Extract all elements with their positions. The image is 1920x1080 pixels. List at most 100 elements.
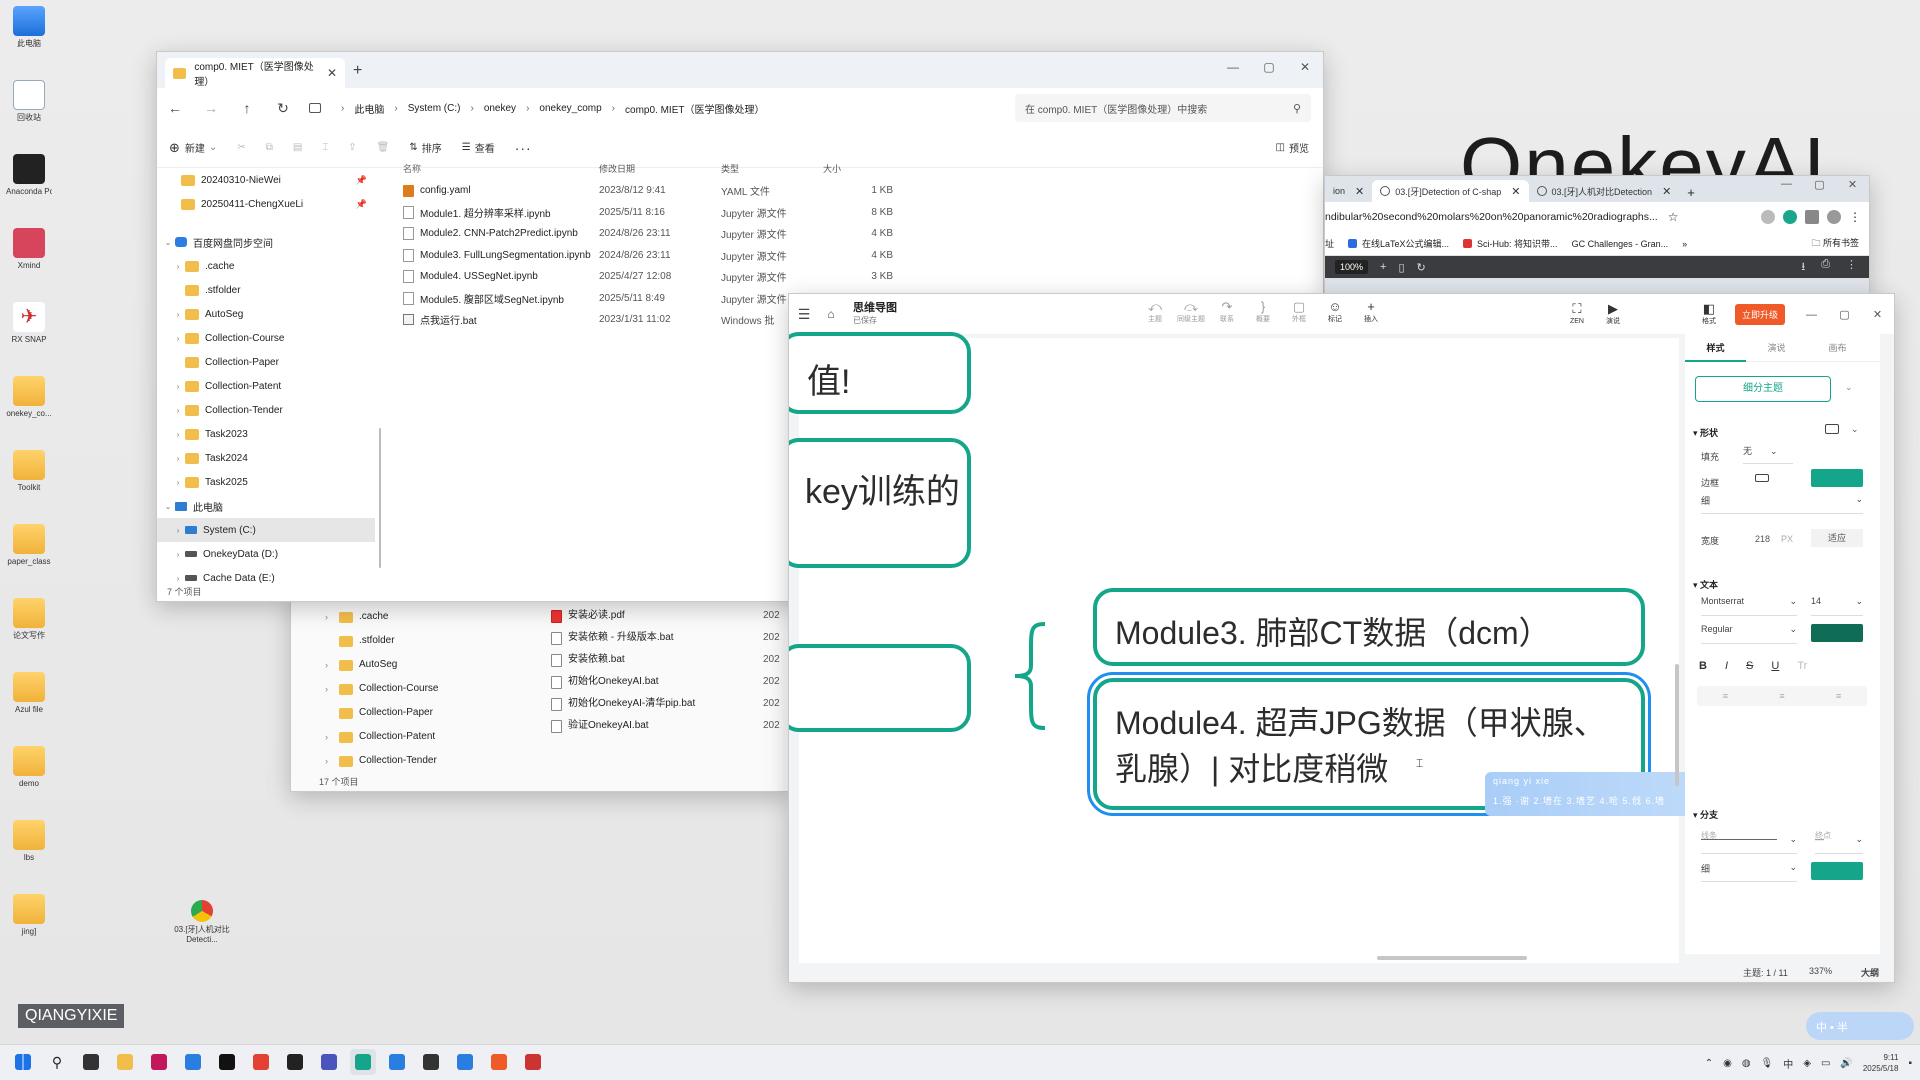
breadcrumb-item[interactable]: comp0. MIET（医学图像处理）	[625, 101, 764, 116]
chevron-right-icon[interactable]: ›	[171, 334, 185, 343]
nav-item[interactable]: › Collection-Course	[157, 326, 375, 350]
pycharm-taskbar-button[interactable]	[214, 1049, 240, 1075]
fit-page-icon[interactable]: ▯	[1398, 261, 1404, 274]
chevron-right-icon[interactable]: ›	[171, 310, 185, 319]
forward-button[interactable]: →	[193, 100, 229, 116]
chevron-right-icon[interactable]: ›	[171, 382, 185, 391]
upgrade-button[interactable]: 立即升级	[1734, 303, 1785, 325]
table-row[interactable]: 安装必读.pdf 202	[531, 605, 789, 627]
breadcrumb-item[interactable]: onekey_comp	[539, 103, 601, 114]
file-explorer-window-back[interactable]: › .cache .stfolder › AutoSeg › Collection-Cour…	[290, 592, 790, 792]
align-left-icon[interactable]: ≡	[1723, 691, 1728, 701]
search-taskbar-button[interactable]: ⚲	[44, 1049, 70, 1075]
table-row[interactable]: 初始化OnekeyAI.bat 202	[531, 671, 789, 693]
copy-button[interactable]: ⧉	[266, 142, 273, 153]
tab-0[interactable]: 样式	[1685, 334, 1746, 362]
bookmark-item[interactable]: 在线LaTeX公式编辑...	[1348, 237, 1449, 250]
table-row[interactable]: Module2. CNN-Patch2Predict.ipynb 2024/8/2…	[393, 223, 993, 245]
nav-item[interactable]: 20240310-NieWei 📌	[157, 168, 375, 192]
text-case-button[interactable]: Tr	[1797, 660, 1807, 672]
delete-button[interactable]: 🗑	[377, 142, 390, 153]
format-panel-button[interactable]: ◧ 格式	[1691, 301, 1727, 327]
nav-pane-scrollbar[interactable]	[375, 168, 385, 588]
topic-node[interactable]: 值!	[789, 332, 971, 414]
extensions-puzzle-icon[interactable]	[1805, 210, 1819, 224]
zen-mode-button[interactable]: ⛶ ZEN	[1559, 301, 1595, 327]
url-text[interactable]: ndibular%20second%20molars%20on%20panora…	[1325, 211, 1658, 223]
close-window-button[interactable]: ✕	[1287, 52, 1323, 82]
nav-item[interactable]: › Collection-Patent	[291, 725, 521, 749]
horizontal-scrollbar[interactable]	[1377, 956, 1527, 960]
back-button[interactable]: ←	[157, 100, 193, 116]
fit-width-button[interactable]: 适应	[1811, 529, 1863, 547]
browser-tab[interactable]: 03.[牙]人机对比Detection ✕	[1529, 180, 1680, 202]
chevron-down-icon[interactable]: ⌄	[1845, 382, 1853, 393]
nav-item[interactable]: .stfolder	[291, 629, 521, 653]
nav-item[interactable]: › .cache	[157, 254, 375, 278]
chevron-right-icon[interactable]: ›	[171, 454, 185, 463]
border-color-swatch[interactable]	[1811, 469, 1863, 487]
taskview-taskbar-button[interactable]	[78, 1049, 104, 1075]
desktop-icon[interactable]: demo	[6, 746, 52, 789]
mindmap-active-taskbar-button[interactable]	[350, 1049, 376, 1075]
chevron-right-icon[interactable]: ›	[171, 526, 185, 535]
document-title-text[interactable]: 思维导图	[853, 302, 897, 315]
branch-section-title[interactable]: ▾ 分支	[1693, 808, 1718, 821]
more-icon[interactable]: ⋮	[1846, 258, 1857, 277]
snap-taskbar-button[interactable]	[520, 1049, 546, 1075]
address-bar[interactable]: ndibular%20second%20molars%20on%20panora…	[1325, 202, 1869, 232]
topic-text[interactable]: key训练的	[805, 464, 960, 513]
download-icon[interactable]: ⭳	[1801, 258, 1805, 277]
browser-window[interactable]: ion ✕ 03.[牙]Detection of C-shap ✕ 03.[牙]人机对比…	[1324, 175, 1870, 295]
nav-item[interactable]: › Task2023	[157, 422, 375, 446]
line-style-select[interactable]: ⌄	[1701, 834, 1797, 854]
nav-item[interactable]: › System (C:)	[157, 518, 375, 542]
mindmap-window[interactable]: ☰ ⌂ 思维导图 已保存 ⤺ 主题 ⤼ 同级主题 ↷ 联系} 概要 ▢ 外框 ☺ 标记 + 插入 ⛶ ZE…	[788, 293, 1895, 983]
rotate-icon[interactable]: ↻	[1417, 261, 1426, 274]
refresh-button[interactable]: ↻	[265, 100, 301, 117]
chevron-down-icon[interactable]: ⌄	[161, 238, 175, 247]
close-tab-icon[interactable]: ✕	[1355, 185, 1364, 198]
shape-section-title[interactable]: ▾ 形状	[1693, 426, 1718, 439]
nav-item[interactable]: 20250411-ChengXueLi 📌	[157, 192, 375, 216]
desktop-icon[interactable]: Anaconda Powershe...	[6, 154, 52, 197]
font-size-select[interactable]: 14 ⌄	[1811, 596, 1863, 616]
sort-button[interactable]: ⇅ 排序	[409, 140, 441, 155]
zoom-in-button[interactable]: +	[1380, 261, 1386, 273]
close-tab-icon[interactable]: ✕	[1511, 185, 1520, 198]
pitch-mode-button[interactable]: ▶ 演说	[1595, 301, 1631, 327]
desktop-chrome-shortcut[interactable]: 03.[牙]人机对比Detecti...	[172, 900, 232, 945]
chevron-right-icon[interactable]: ›	[171, 430, 185, 439]
underline-button[interactable]: U	[1771, 660, 1779, 672]
search-input[interactable]: 在 comp0. MIET（医学图像处理）中搜索 ⚲	[1015, 94, 1311, 122]
microphone-icon[interactable]: 🎙	[1761, 1058, 1774, 1069]
table-row[interactable]: 验证OnekeyAI.bat 202	[531, 715, 789, 737]
tray-app-icon[interactable]: ◍	[1742, 1058, 1751, 1069]
branch-weight-select[interactable]: 细 ⌄	[1701, 862, 1797, 882]
paste-button[interactable]: ▤	[293, 142, 302, 153]
outline-button[interactable]: 大纲	[1861, 966, 1879, 979]
more-options-button[interactable]: ···	[515, 140, 532, 156]
chevron-right-icon[interactable]: ›	[325, 749, 339, 773]
mindmap-canvas[interactable]: 值! key训练的 Module3. 肺部CT数据（dcm） Module4. …	[789, 332, 1837, 963]
align-right-icon[interactable]: ≡	[1836, 691, 1841, 701]
table-row[interactable]: 初始化OnekeyAI-清华pip.bat 202	[531, 693, 789, 715]
browser-tab[interactable]: ion ✕	[1325, 180, 1372, 202]
teams-taskbar-button[interactable]	[316, 1049, 342, 1075]
bookmark-item[interactable]: 址	[1325, 237, 1334, 250]
border-weight-select[interactable]: 细 ⌄	[1701, 494, 1863, 514]
chevron-right-icon[interactable]: ›	[325, 653, 339, 677]
breadcrumb-item[interactable]: System (C:)	[408, 103, 461, 114]
rename-button[interactable]: ⌶	[322, 142, 328, 153]
maximize-button[interactable]: ▢	[1251, 52, 1287, 82]
tool-2-button[interactable]: ↷ 联系	[1209, 299, 1245, 325]
desktop-icon[interactable]: 回收站	[6, 80, 52, 123]
nav-item[interactable]: › Collection-Tender	[291, 749, 521, 773]
topic-text[interactable]: 值!	[807, 354, 850, 403]
nav-item[interactable]: › Collection-Tender	[157, 398, 375, 422]
profile-avatar[interactable]	[1827, 210, 1841, 224]
bookmark-item[interactable]: GC Challenges - Gran...	[1572, 239, 1669, 249]
minimize-button[interactable]: —	[1770, 178, 1803, 191]
chrome-taskbar-button[interactable]	[248, 1049, 274, 1075]
close-tab-icon[interactable]: ✕	[1662, 185, 1671, 198]
